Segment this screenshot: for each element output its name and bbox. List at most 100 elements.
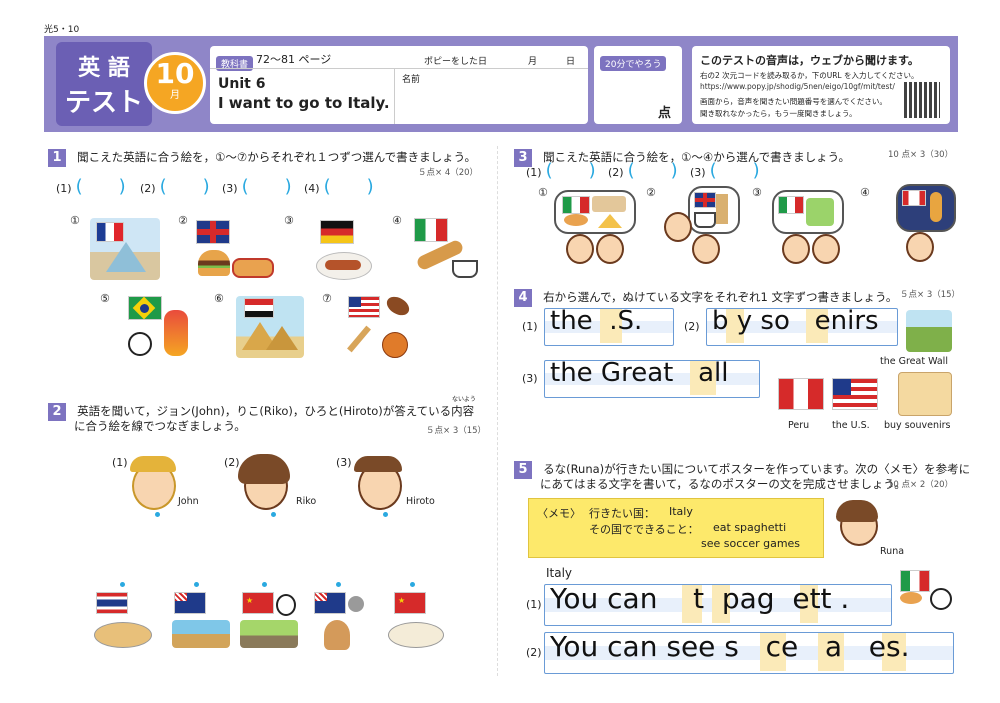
- soccer-thought-bubble: [772, 190, 844, 234]
- teacup-icon: [694, 212, 716, 228]
- food-thailand-dot[interactable]: [120, 582, 125, 587]
- italy-thought-bubble: [554, 190, 636, 234]
- name-field[interactable]: [402, 84, 578, 118]
- q1-instruction: 聞こえた英語に合う絵を，①〜⑦からそれぞれ１つずつ選んで書きましょう。: [77, 150, 476, 164]
- unit-label: Unit 6: [218, 76, 266, 92]
- q1-answer-2[interactable]: (2)(): [140, 176, 210, 197]
- q5-text-1: You can t pag ett .: [550, 582, 850, 615]
- q1-option-label-3: ③: [284, 214, 294, 227]
- q3-answer-3[interactable]: (3)(): [690, 160, 760, 181]
- q1-answer-3[interactable]: (3)(): [222, 176, 292, 197]
- noodle-bowl-icon: [388, 622, 444, 648]
- q1-answer-1[interactable]: (1)(): [56, 176, 126, 197]
- q4-item-num-3: (3): [522, 372, 538, 385]
- brazil-flag-icon: [128, 296, 162, 320]
- q3-option-label-3: ③: [752, 186, 762, 199]
- carnival-brazil-picture: [124, 296, 194, 358]
- title-box: 英 語 テスト: [56, 42, 152, 126]
- panda-icon: [276, 594, 296, 616]
- uk-thought-bubble: [688, 186, 740, 234]
- q1-option-label-6: ⑥: [214, 292, 224, 305]
- baseball-bat-icon: [347, 325, 371, 353]
- memo-country: Italy: [669, 505, 693, 518]
- colosseum-icon: [592, 196, 626, 212]
- audio-instruction: 右の2 次元コードを読み取るか，下のURL を入力してください。: [700, 71, 919, 80]
- hiroto-label: Hiroto: [406, 496, 435, 507]
- q2-points: ５点× 3（15）: [426, 426, 487, 436]
- spaghetti-icon: [564, 214, 588, 226]
- scene-china-1-dot[interactable]: [262, 582, 267, 587]
- page-id: 光5・10: [44, 25, 80, 35]
- audio-box: このテストの音声は，ウェブから聞けます。 右の2 次元コードを読み取るか，下のU…: [692, 46, 950, 124]
- scene-china-1-picture: ★: [238, 592, 300, 654]
- q5-instruction-line2: にあてはまる文字を書いて，るなのポスターの文を完成させましょう。: [540, 477, 906, 491]
- memo-country-label: 行きたい国：: [589, 507, 655, 520]
- time-badge: 20分でやろう: [600, 52, 667, 71]
- landscape-icon: [172, 620, 230, 648]
- date-label: ポピーをした日: [424, 57, 488, 67]
- italy-flag-icon: [414, 218, 448, 242]
- scene-australia-1-dot[interactable]: [194, 582, 199, 587]
- coffee-cup-icon: [452, 260, 478, 278]
- q1-option-label-1: ①: [70, 214, 80, 227]
- month-number: 10: [155, 57, 195, 90]
- italy-flag-icon-4: [900, 570, 930, 592]
- audio-url[interactable]: https://www.popy.jp/shodig/5nen/eigo/10g…: [700, 82, 895, 91]
- child-g-icon: [906, 232, 934, 262]
- child-a-icon: [566, 234, 594, 264]
- q3-answer-2[interactable]: (2)(): [608, 160, 678, 181]
- q4-points: ５点× 3（15）: [900, 290, 961, 300]
- audio-select-note: 画面から，音声を聞きたい問題番号を選んでください。: [700, 97, 887, 106]
- q3-points: 10 点× 3（30）: [888, 150, 954, 160]
- q4-instruction: 右から選んで，ぬけている文字をそれぞれ1 文字ずつ書きましょう。: [543, 290, 898, 304]
- riko-connect-dot[interactable]: [271, 512, 276, 517]
- audio-retry-note: 聞き取れなかったら，もう一度聞きましょう。: [700, 109, 857, 118]
- label-souvenirs: buy souvenirs: [884, 420, 951, 431]
- q1-option-label-2: ②: [178, 214, 188, 227]
- aurora-icon: [930, 192, 942, 222]
- audio-title: このテストの音声は，ウェブから聞けます。: [700, 54, 919, 67]
- child-c-icon: [664, 212, 692, 242]
- memo-can-1: eat spaghetti: [713, 521, 787, 534]
- football-icon: [383, 293, 413, 319]
- scene-australia-2-dot[interactable]: [336, 582, 341, 587]
- q1-option-label-4: ④: [392, 214, 402, 227]
- germany-flag-icon: [320, 220, 354, 244]
- q1-option-label-7: ⑦: [322, 292, 332, 305]
- memo-box: 〈メモ〉 行きたい国： Italy その国でできること： eat spaghet…: [528, 498, 824, 558]
- uk-flag-icon-2: [694, 192, 716, 208]
- hiroto-connect-dot[interactable]: [383, 512, 388, 517]
- memo-can-label: その国でできること：: [589, 523, 699, 536]
- qr-code-icon[interactable]: [904, 82, 940, 118]
- italy-flag-icon-3: [778, 196, 804, 214]
- q2-instruction-line1: 英語を聞いて，ジョン(John)，りこ(Riko)，ひろと(Hiroto)が答え…: [77, 404, 475, 418]
- q3-option-label-2: ②: [646, 186, 656, 199]
- spaghetti-icon-2: [900, 592, 922, 604]
- q5-text-2: You can see s ce a es.: [550, 630, 910, 663]
- q5-sentence-num-2: (2): [526, 646, 542, 659]
- soccer-ball-icon-2: [930, 588, 952, 610]
- sausage-germany-picture: [314, 220, 384, 282]
- hamburger-icon: [198, 250, 230, 276]
- memo-title: 〈メモ〉: [537, 507, 581, 520]
- date-day: 日: [566, 57, 576, 67]
- italy-flag-icon-2: [562, 196, 590, 214]
- food-thailand-picture: [92, 592, 154, 654]
- soccer-ball-icon: [128, 332, 152, 356]
- q3-answer-1[interactable]: (1)(): [526, 160, 596, 181]
- peru-flag-icon: [778, 378, 824, 410]
- textbook-pages: 72〜81 ページ: [256, 53, 332, 66]
- q1-option-label-5: ⑤: [100, 292, 110, 305]
- pizza-icon: [598, 214, 622, 228]
- pyramid-egypt-picture: [236, 296, 304, 358]
- q4-item-num-2: (2): [684, 320, 700, 333]
- q2-instruction-line2: に合う絵を線でつなぎましょう。: [74, 419, 246, 433]
- q5-number: 5: [514, 461, 532, 479]
- label-us: the U.S.: [832, 420, 870, 431]
- q1-answer-4[interactable]: (4)(): [304, 176, 374, 197]
- usa-flag-icon-2: [832, 378, 878, 410]
- q2-number: 2: [48, 403, 66, 421]
- food-china-dot[interactable]: [410, 582, 415, 587]
- john-connect-dot[interactable]: [155, 512, 160, 517]
- burger-uk-picture: [194, 220, 274, 282]
